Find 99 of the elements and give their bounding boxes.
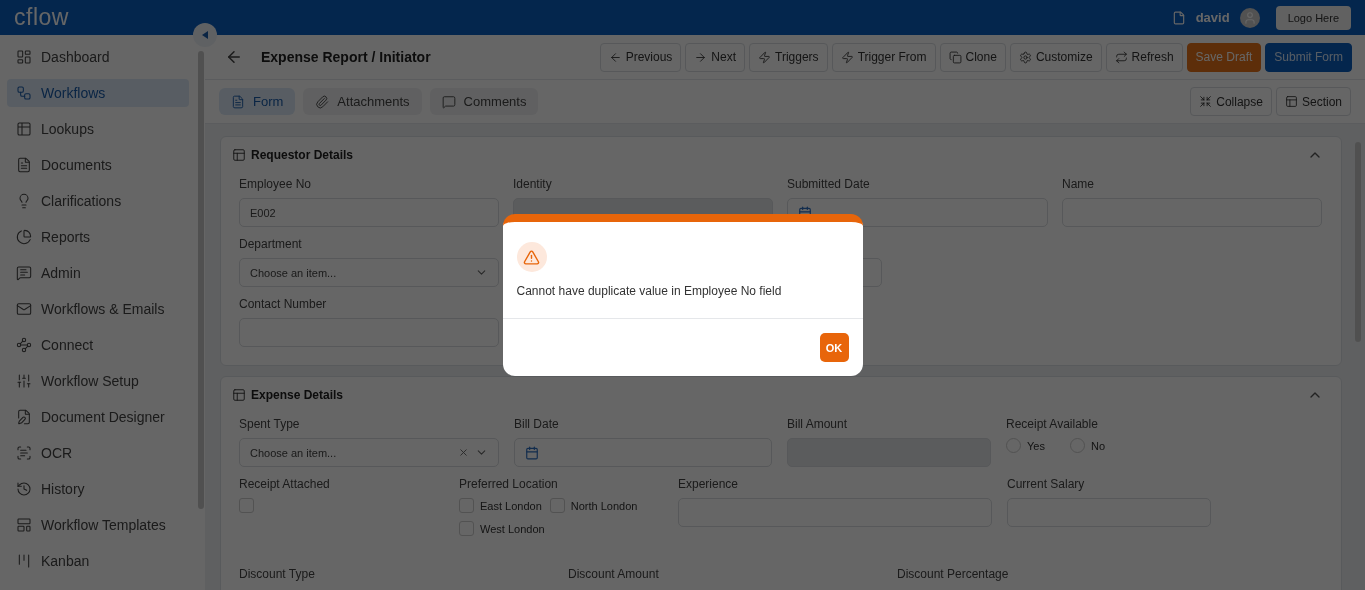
field-label: Bill Amount — [787, 417, 849, 432]
document-icon — [231, 94, 245, 109]
sidebar-item[interactable]: Document Designer — [7, 403, 189, 431]
toolbar-button[interactable]: Clone — [939, 42, 1006, 72]
section-icon — [232, 388, 246, 402]
workflow-icon — [16, 85, 32, 101]
sidebar-item[interactable]: Workflow Setup — [7, 367, 189, 395]
avatar[interactable] — [1239, 7, 1260, 28]
field-label: Experience — [678, 477, 740, 492]
sliders-icon — [16, 373, 32, 389]
refresh-icon — [1114, 50, 1128, 64]
document-icon[interactable] — [1171, 10, 1186, 25]
select-field[interactable]: Choose an item... — [239, 438, 499, 467]
field-label: Receipt Attached — [239, 477, 331, 492]
sidebar-item[interactable]: Reports — [7, 223, 189, 251]
sidebar-item[interactable]: Dashboard — [7, 43, 189, 71]
sidebar-item[interactable]: Workflow Templates — [7, 511, 189, 539]
field-label: Discount Amount — [568, 567, 660, 582]
field-label: Department — [239, 237, 303, 252]
sidebar-item[interactable]: History — [7, 475, 189, 503]
lightning-icon — [758, 50, 772, 64]
field-label: Receipt Available — [1006, 417, 1099, 432]
arrow-left-icon — [608, 50, 622, 64]
clear-icon[interactable] — [458, 447, 469, 458]
user-name: david — [1195, 10, 1230, 25]
radio-label: No — [1091, 439, 1106, 452]
paperclip-icon — [315, 94, 330, 109]
mail-icon — [16, 301, 32, 317]
field-label: Identity — [513, 177, 553, 192]
toolbar-button[interactable]: Customize — [1009, 42, 1102, 72]
sidebar-item[interactable]: OCR — [7, 439, 189, 467]
checkbox-label: North London — [570, 499, 638, 512]
sidebar-item[interactable]: Admin — [7, 259, 189, 287]
field-label: Preferred Location — [459, 477, 559, 492]
save-draft-button[interactable]: Save Draft — [1186, 42, 1262, 72]
section-icon — [1284, 95, 1298, 108]
field-label: Contact Number — [239, 297, 328, 312]
history-icon — [16, 481, 32, 497]
field-label: Name — [1062, 177, 1095, 192]
view-button[interactable]: Collapse — [1190, 87, 1272, 116]
file-pen-icon — [16, 409, 32, 425]
toolbar-button[interactable]: Refresh — [1105, 42, 1183, 72]
sidebar-item[interactable]: Documents — [7, 151, 189, 179]
section-title: Expense Details — [251, 388, 344, 402]
back-icon[interactable] — [225, 48, 243, 66]
tab[interactable]: Form — [219, 88, 296, 115]
triangle-left-icon — [200, 30, 210, 40]
table-icon — [16, 121, 32, 137]
sidebar-item[interactable]: Kanban — [7, 547, 189, 575]
kanban-icon — [16, 553, 32, 569]
toolbar-button[interactable]: Previous — [599, 42, 682, 72]
checkbox-label: West London — [480, 522, 545, 535]
checkbox-label: East London — [480, 499, 542, 512]
field-label: Discount Percentage — [897, 567, 1010, 582]
field-label: Submitted Date — [787, 177, 871, 192]
collapse-icon — [1199, 95, 1213, 108]
arrow-right-icon — [694, 50, 708, 64]
tab[interactable]: Attachments — [303, 88, 422, 115]
field-label: Current Salary — [1007, 477, 1086, 492]
lightning-icon — [840, 50, 854, 64]
view-button[interactable]: Section — [1275, 87, 1351, 116]
radio-label: Yes — [1027, 439, 1045, 452]
sidebar-item[interactable]: Workflows — [7, 79, 189, 107]
message-icon — [16, 265, 32, 281]
logo: cflow — [14, 4, 69, 31]
submit-button[interactable]: Submit Form — [1265, 42, 1352, 72]
page-title: Expense Report / Initiator — [261, 49, 431, 65]
sidebar-item[interactable]: Connect — [7, 331, 189, 359]
lightbulb-icon — [16, 193, 32, 209]
sidebar-item[interactable]: Workflows & Emails — [7, 295, 189, 323]
field-label: Spent Type — [239, 417, 301, 432]
select-field[interactable]: Choose an item... — [239, 258, 499, 287]
logo-button[interactable]: Logo Here — [1275, 5, 1351, 30]
dialog-message: Cannot have duplicate value in Employee No field — [516, 284, 783, 298]
field-label: Employee No — [239, 177, 313, 192]
toolbar-button[interactable]: Triggers — [749, 42, 828, 72]
sidebar-item[interactable]: Lookups — [7, 115, 189, 143]
date-field[interactable] — [514, 438, 772, 467]
warning-icon — [516, 242, 547, 272]
toolbar-button[interactable]: Next — [685, 42, 746, 72]
section-title: Requestor Details — [251, 148, 354, 162]
tab[interactable]: Comments — [429, 88, 539, 115]
section-icon — [232, 148, 246, 162]
field-label: Bill Date — [514, 417, 560, 432]
comment-icon — [441, 94, 456, 109]
input-field[interactable]: E002 — [239, 198, 499, 227]
pie-chart-icon — [16, 229, 32, 245]
dashboard-icon — [16, 49, 32, 65]
field-label: Discount Type — [239, 567, 316, 582]
network-icon — [16, 337, 32, 353]
scan-icon — [16, 445, 32, 461]
template-icon — [16, 517, 32, 533]
toolbar-button[interactable]: Trigger From — [831, 42, 936, 72]
calendar-icon — [525, 445, 539, 460]
ok-button[interactable]: OK — [819, 333, 849, 362]
document-icon — [16, 157, 32, 173]
settings-icon — [1018, 50, 1032, 64]
copy-icon — [948, 50, 962, 64]
sidebar-item[interactable]: Clarifications — [7, 187, 189, 215]
